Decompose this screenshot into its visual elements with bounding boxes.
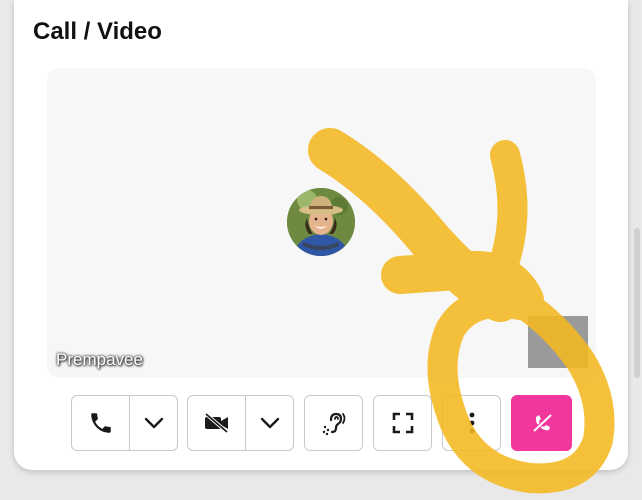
hearing-assist-button[interactable]: [304, 395, 363, 451]
audio-call-control-group: [71, 395, 178, 451]
chevron-down-icon: [260, 417, 279, 429]
hang-up-icon: [532, 413, 552, 433]
participant-name: Prempavee: [56, 350, 143, 369]
panel-title: Call / Video: [33, 18, 162, 45]
fullscreen-icon: [392, 412, 413, 434]
more-vertical-icon: [469, 412, 474, 434]
hang-up-button[interactable]: [511, 395, 572, 451]
video-area: Prempavee: [47, 68, 596, 378]
hearing-assist-icon: [322, 412, 345, 436]
audio-call-options-button[interactable]: [129, 396, 177, 450]
video-toggle-button[interactable]: [188, 396, 245, 450]
phone-icon: [90, 413, 111, 433]
participant-avatar: [287, 188, 355, 256]
fullscreen-button[interactable]: [373, 395, 432, 451]
video-off-icon: [204, 412, 228, 434]
video-options-button[interactable]: [245, 396, 293, 450]
audio-call-button[interactable]: [72, 396, 129, 450]
chevron-down-icon: [144, 417, 163, 429]
more-options-button[interactable]: [442, 395, 501, 451]
video-control-group: [187, 395, 294, 451]
self-view-preview[interactable]: [528, 316, 588, 368]
scrollbar[interactable]: [634, 228, 640, 378]
